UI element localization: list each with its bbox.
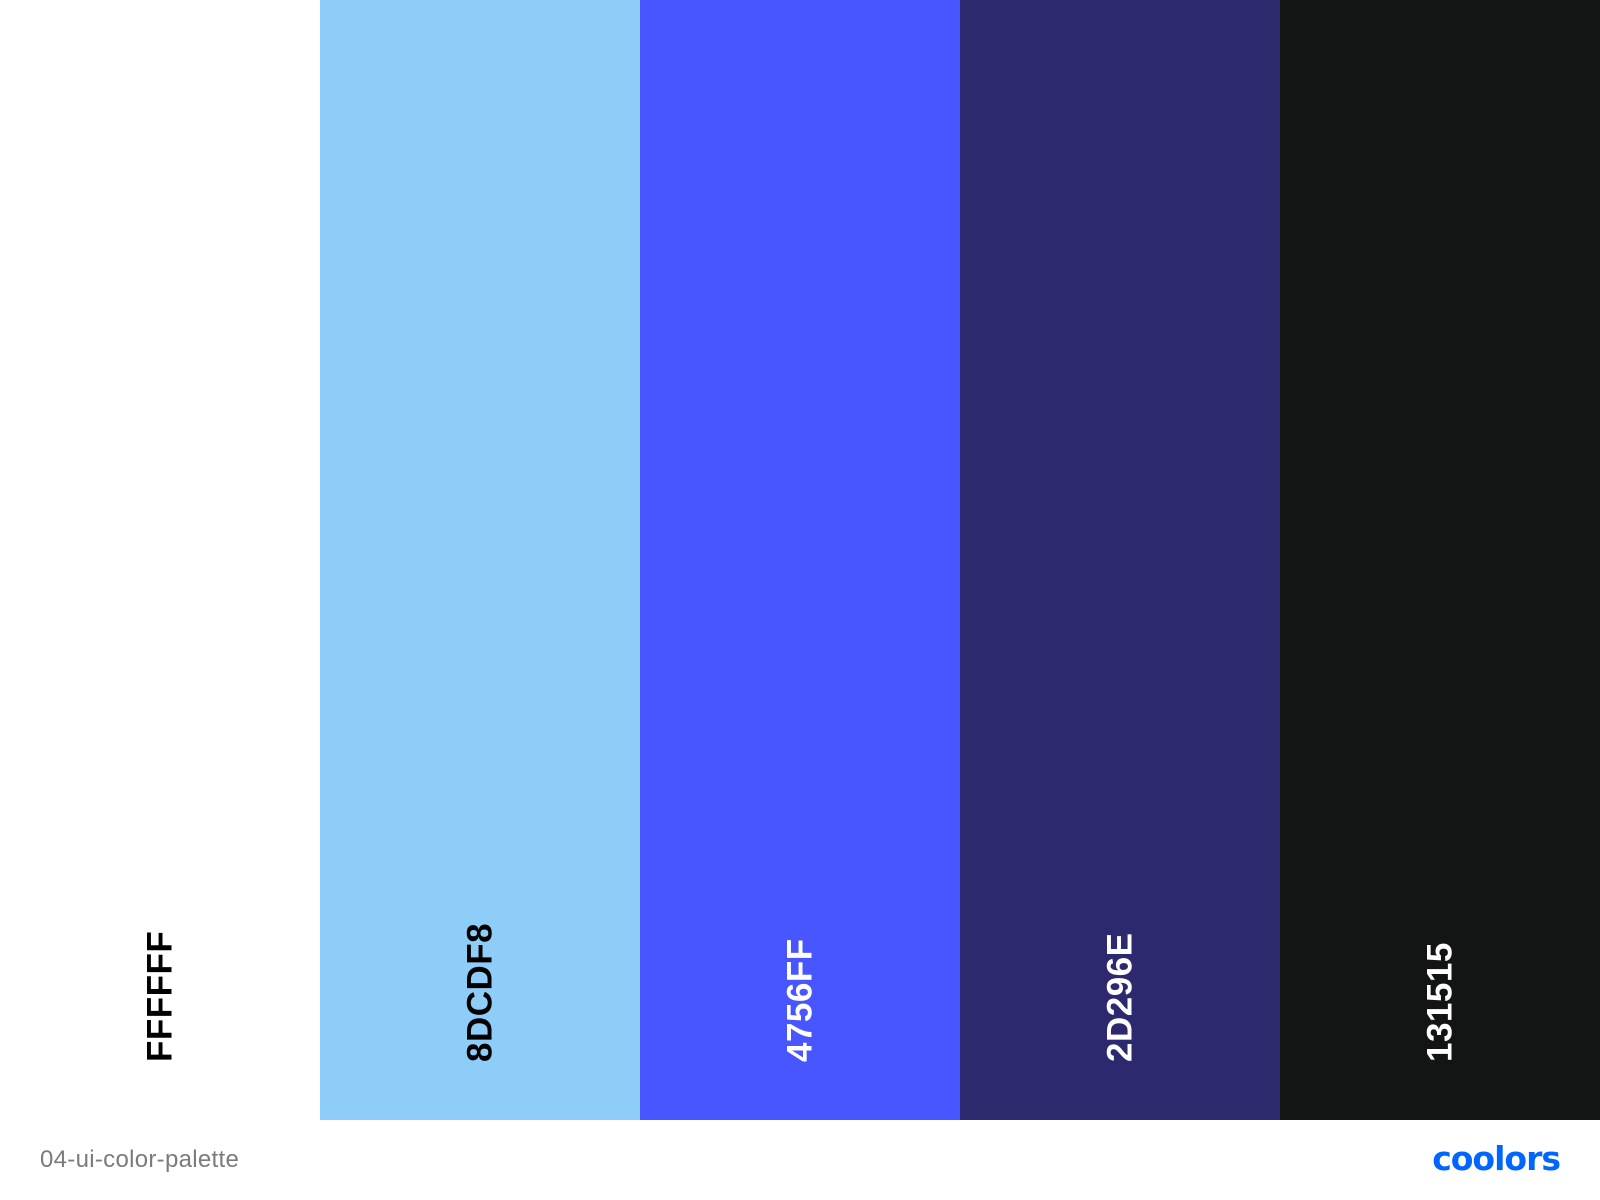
palette-name: 04-ui-color-palette: [40, 1146, 240, 1173]
footer: 04-ui-color-palette coolors: [0, 1120, 1600, 1200]
swatch-strip: FFFFFF 8DCDF8 4756FF 2D296E 131515: [0, 0, 1600, 1120]
swatch-hex-label: 131515: [1420, 942, 1460, 1062]
swatch-4[interactable]: 2D296E: [960, 0, 1280, 1120]
swatch-2[interactable]: 8DCDF8: [320, 0, 640, 1120]
coolors-logo[interactable]: coolors: [1432, 1142, 1561, 1175]
swatch-3[interactable]: 4756FF: [640, 0, 960, 1120]
swatch-hex-label: 8DCDF8: [460, 922, 500, 1062]
palette-page: FFFFFF 8DCDF8 4756FF 2D296E 131515 04-ui…: [0, 0, 1600, 1200]
swatch-hex-label: FFFFFF: [140, 930, 180, 1062]
swatch-1[interactable]: FFFFFF: [0, 0, 320, 1120]
swatch-hex-label: 4756FF: [780, 938, 820, 1062]
swatch-5[interactable]: 131515: [1280, 0, 1600, 1120]
swatch-hex-label: 2D296E: [1100, 932, 1140, 1062]
